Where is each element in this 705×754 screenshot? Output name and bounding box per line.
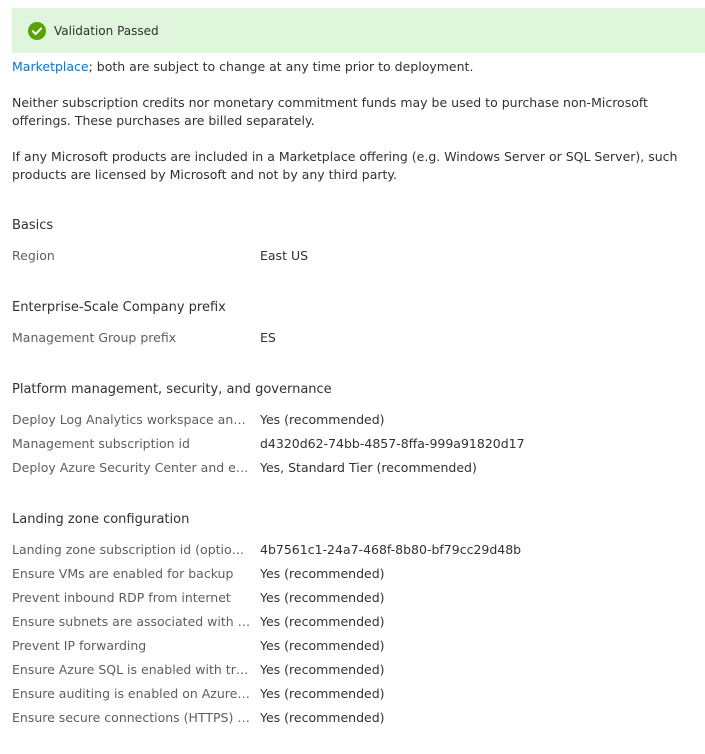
summary-row: Ensure Azure SQL is enabled with transp.… [12,661,702,679]
summary-row: Ensure auditing is enabled on Azure SQL … [12,685,702,703]
summary-row: Ensure subnets are associated with NSG Y… [12,613,702,631]
section-title-basics: Basics [12,218,54,233]
row-value: Yes (recommended) [260,412,385,427]
summary-row: Management Group prefix ES [12,329,702,347]
summary-row: Prevent inbound RDP from internet Yes (r… [12,589,702,607]
summary-row: Deploy Log Analytics workspace and en...… [12,411,702,429]
row-label: Ensure Azure SQL is enabled with transp.… [12,662,252,677]
summary-row: Prevent IP forwarding Yes (recommended) [12,637,702,655]
row-label: Deploy Azure Security Center and enabl..… [12,460,252,475]
row-value: 4b7561c1-24a7-468f-8b80-bf79cc29d48b [260,542,522,557]
terms-credits-paragraph: Neither subscription credits nor monetar… [12,95,648,128]
row-label: Prevent IP forwarding [12,638,147,653]
section-title-landing-zone: Landing zone configuration [12,512,190,527]
row-label: Management Group prefix [12,330,177,345]
row-value: Yes (recommended) [260,590,385,605]
row-value: East US [260,248,309,263]
row-label: Landing zone subscription id (optional) [12,542,252,557]
row-value: Yes (recommended) [260,614,385,629]
summary-row: Management subscription id d4320d62-74bb… [12,435,702,453]
validation-status-text: Validation Passed [54,23,159,38]
row-label: Deploy Log Analytics workspace and en... [12,412,252,427]
check-circle-icon [28,21,46,40]
marketplace-link[interactable]: Marketplace [12,59,89,74]
row-label: Ensure VMs are enabled for backup [12,566,234,581]
summary-row: Ensure VMs are enabled for backup Yes (r… [12,565,702,583]
summary-row: Region East US [12,247,702,265]
row-value: Yes (recommended) [260,638,385,653]
row-value: ES [260,330,276,345]
summary-row: Ensure secure connections (HTTPS) to st.… [12,709,702,727]
row-label: Management subscription id [12,436,190,451]
terms-marketplace-line: Marketplace; both are subject to change … [12,58,702,76]
marketplace-tail-text: ; both are subject to change at any time… [88,59,474,74]
section-title-platform: Platform management, security, and gover… [12,382,332,397]
row-label: Ensure auditing is enabled on Azure SQL [12,686,252,701]
row-value: Yes, Standard Tier (recommended) [260,460,477,475]
summary-row: Landing zone subscription id (optional) … [12,541,702,559]
row-value: d4320d62-74bb-4857-8ffa-999a91820d17 [260,436,525,451]
row-label: Ensure subnets are associated with NSG [12,614,252,629]
row-label: Prevent inbound RDP from internet [12,590,231,605]
section-title-company-prefix: Enterprise-Scale Company prefix [12,300,226,315]
summary-row: Deploy Azure Security Center and enabl..… [12,459,702,477]
row-value: Yes (recommended) [260,566,385,581]
row-value: Yes (recommended) [260,686,385,701]
row-value: Yes (recommended) [260,710,385,725]
row-label: Ensure secure connections (HTTPS) to st.… [12,710,252,725]
row-value: Yes (recommended) [260,662,385,677]
validation-banner: Validation Passed [12,8,705,53]
terms-microsoft-products-paragraph: If any Microsoft products are included i… [12,149,678,182]
row-label: Region [12,248,55,263]
